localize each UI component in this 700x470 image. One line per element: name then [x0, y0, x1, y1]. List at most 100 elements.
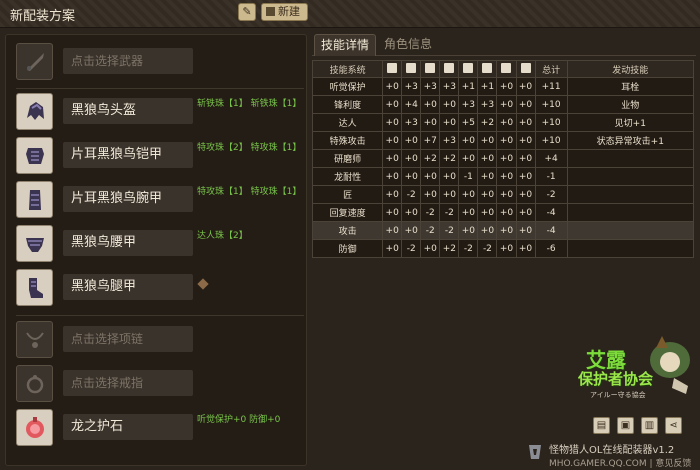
skill-points: +0: [458, 131, 479, 150]
share-icon[interactable]: ⋖: [665, 417, 682, 434]
slot-ring[interactable]: 点击选择戒指: [16, 365, 306, 403]
skill-points: +0: [515, 167, 536, 186]
empty-slot-icon: [197, 278, 209, 290]
edit-title-button[interactable]: ✎: [238, 3, 256, 21]
leg-armor-icon: [477, 60, 498, 78]
activated-skill: [566, 239, 695, 258]
helmet-icon[interactable]: [16, 93, 53, 130]
helmet-name[interactable]: 黑狼鸟头盔: [63, 98, 193, 124]
header-total: 总计: [534, 60, 568, 78]
trash-icon[interactable]: ▥: [641, 417, 658, 434]
skill-total: +11: [534, 77, 568, 96]
skill-name: 达人: [311, 113, 384, 132]
skill-points: +0: [496, 167, 517, 186]
ring-select[interactable]: 点击选择戒指: [63, 370, 193, 396]
slot-talisman[interactable]: 龙之护石 听觉保护+0 防御+0: [16, 409, 306, 447]
tab-skill-details[interactable]: 技能详情: [314, 34, 377, 56]
skill-points: +0: [458, 203, 479, 222]
table-row[interactable]: 锋利度 +0 +4 +0 +0 +3 +3 +0 +0 +10 业物: [311, 95, 695, 114]
plan-title: 新配装方案: [10, 9, 76, 24]
skill-total: -6: [534, 239, 568, 258]
activated-skill: 耳栓: [566, 77, 695, 96]
chest-armor-icon[interactable]: [16, 137, 53, 174]
skill-points: -2: [458, 239, 479, 258]
table-row[interactable]: 达人 +0 +3 +0 +0 +5 +2 +0 +0 +10 见切+1: [311, 113, 695, 132]
necklace-select[interactable]: 点击选择项链: [63, 326, 193, 352]
arms-name[interactable]: 片耳黑狼鸟腕甲: [63, 186, 193, 212]
table-row[interactable]: 听觉保护 +0 +3 +3 +3 +1 +1 +0 +0 +11 耳栓: [311, 77, 695, 96]
skill-points: +0: [401, 149, 422, 168]
skill-points: +0: [439, 167, 460, 186]
weapon-icon[interactable]: [16, 43, 53, 80]
skill-points: +3: [439, 131, 460, 150]
tab-bar: 技能详情 角色信息: [312, 32, 696, 56]
arm-armor-icon[interactable]: [16, 181, 53, 218]
weapon-select[interactable]: 点击选择武器: [63, 48, 193, 74]
skill-points: +0: [382, 77, 403, 96]
table-row[interactable]: 匠 +0 -2 +0 +0 +0 +0 +0 +0 -2: [311, 185, 695, 204]
slot-necklace[interactable]: 点击选择项链: [16, 321, 306, 359]
table-row[interactable]: 攻击 +0 +0 -2 -2 +0 +0 +0 +0 -4: [311, 221, 695, 240]
skill-points: +0: [496, 239, 517, 258]
skill-points: -2: [439, 203, 460, 222]
tab-character-info[interactable]: 角色信息: [378, 34, 438, 56]
clipboard-icon[interactable]: ▣: [617, 417, 634, 434]
slot-helmet[interactable]: 黑狼鸟头盔 斩铁珠【1】 斩铁珠【1】: [16, 93, 306, 131]
header-activated-skill: 发动技能: [566, 60, 695, 78]
skill-points: +0: [515, 149, 536, 168]
slot-arms[interactable]: 片耳黑狼鸟腕甲 特攻珠【1】 特攻珠【1】: [16, 181, 306, 219]
new-plan-button[interactable]: 新建: [261, 3, 308, 21]
skill-points: +0: [477, 149, 498, 168]
table-row[interactable]: 研磨师 +0 +0 +2 +2 +0 +0 +0 +0 +4: [311, 149, 695, 168]
brand-title: 怪物猎人OL在线配装器v1.2: [549, 445, 675, 456]
skill-points: +0: [496, 185, 517, 204]
skill-points: +3: [420, 77, 441, 96]
slot-chest[interactable]: 片耳黑狼鸟铠甲 特攻珠【2】 特攻珠【1】: [16, 137, 306, 175]
activated-skill: [566, 149, 695, 168]
legs-name[interactable]: 黑狼鸟腿甲: [63, 274, 193, 300]
slot-waist[interactable]: 黑狼鸟腰甲 达人珠【2】: [16, 225, 306, 263]
skill-points: +0: [420, 167, 441, 186]
skill-points: +0: [401, 131, 422, 150]
skill-points: +0: [515, 113, 536, 132]
table-row[interactable]: 回复速度 +0 +0 -2 -2 +0 +0 +0 +0 -4: [311, 203, 695, 222]
brand-link[interactable]: MHO.GAMER.QQ.COM | 意见反馈: [549, 456, 691, 469]
table-row[interactable]: 特殊攻击 +0 +0 +7 +3 +0 +0 +0 +0 +10 状态异常攻击+1: [311, 131, 695, 150]
talisman-icon[interactable]: [16, 409, 53, 446]
waist-armor-icon[interactable]: [16, 225, 53, 262]
necklace-icon[interactable]: [16, 321, 53, 358]
skill-points: +0: [420, 185, 441, 204]
top-bar: 新配装方案 ✎ 新建: [0, 0, 700, 28]
skill-points: +1: [477, 77, 498, 96]
talisman-skills: 听觉保护+0 防御+0: [197, 415, 281, 425]
chest-name[interactable]: 片耳黑狼鸟铠甲: [63, 142, 193, 168]
talisman-name[interactable]: 龙之护石: [63, 414, 193, 440]
skill-points: +0: [439, 95, 460, 114]
skill-points: -2: [401, 239, 422, 258]
activated-skill: 业物: [566, 95, 695, 114]
skill-points: +3: [401, 113, 422, 132]
leg-armor-icon[interactable]: [16, 269, 53, 306]
table-header-row: 技能系统 总计 发动技能: [311, 60, 695, 78]
skill-name: 特殊攻击: [311, 131, 384, 150]
activated-skill: 见切+1: [566, 113, 695, 132]
activated-skill: [566, 203, 695, 222]
slot-legs[interactable]: 黑狼鸟腿甲: [16, 269, 306, 307]
waist-name[interactable]: 黑狼鸟腰甲: [63, 230, 193, 256]
skill-points: +0: [477, 203, 498, 222]
skill-points: +0: [382, 239, 403, 258]
logo-sub: アイルー守る協会: [590, 391, 646, 399]
save-icon[interactable]: ▤: [593, 417, 610, 434]
skill-points: +0: [458, 221, 479, 240]
table-row[interactable]: 防御 +0 -2 +0 +2 -2 -2 +0 +0 -6: [311, 239, 695, 258]
ring-icon[interactable]: [16, 365, 53, 402]
skill-points: +0: [439, 113, 460, 132]
skill-name: 听觉保护: [311, 77, 384, 96]
skill-points: +0: [382, 113, 403, 132]
skill-points: +2: [439, 149, 460, 168]
header-skill-system: 技能系统: [311, 60, 384, 78]
skill-points: +0: [496, 149, 517, 168]
skill-points: +0: [439, 185, 460, 204]
table-row[interactable]: 龙耐性 +0 +0 +0 +0 -1 +0 +0 +0 -1: [311, 167, 695, 186]
slot-weapon[interactable]: 点击选择武器: [16, 43, 306, 81]
